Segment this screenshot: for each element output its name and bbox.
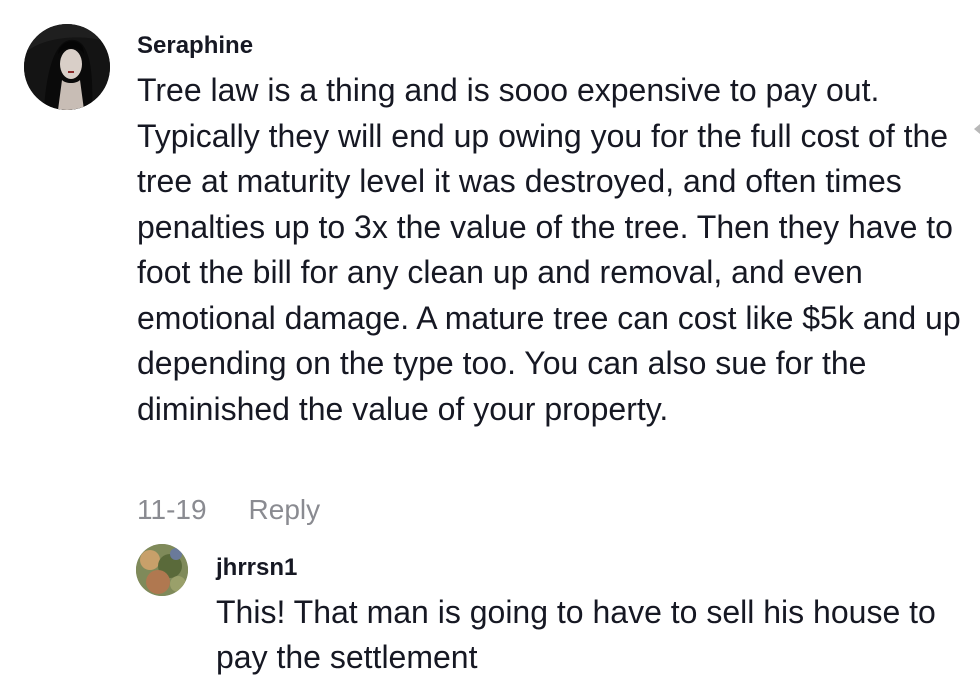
collapse-arrow-icon[interactable] bbox=[974, 124, 980, 134]
replier-username[interactable]: jhrrsn1 bbox=[216, 552, 297, 584]
comment-text: Tree law is a thing and is sooo expensiv… bbox=[137, 72, 961, 427]
reply-text: This! That man is going to have to sell … bbox=[216, 594, 936, 675]
avatar-portrait-icon bbox=[24, 24, 110, 110]
replier-avatar[interactable] bbox=[136, 544, 188, 596]
comment-date: 11-19 bbox=[137, 494, 207, 525]
reply-button[interactable]: Reply bbox=[249, 490, 321, 530]
avatar-landscape-icon bbox=[136, 544, 188, 596]
comment-meta: 11-19 Reply bbox=[137, 490, 320, 530]
commenter-username[interactable]: Seraphine bbox=[137, 30, 253, 62]
commenter-avatar[interactable] bbox=[24, 24, 110, 110]
